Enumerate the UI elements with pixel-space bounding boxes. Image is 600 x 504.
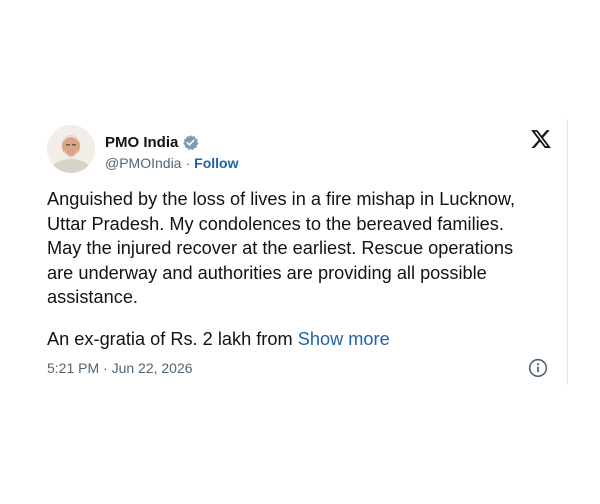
tweet-text-line: assistance. [47, 287, 138, 307]
verified-badge-icon [182, 134, 199, 151]
handle-row: @PMOIndia · Follow [105, 154, 238, 172]
author-handle[interactable]: @PMOIndia [105, 155, 181, 171]
tweet-timestamp[interactable]: 5:21 PM · Jun 22, 2026 [47, 360, 193, 376]
name-row: PMO India [105, 132, 238, 152]
tweet-text-line: May the injured recover at the earliest.… [47, 238, 514, 258]
follow-button[interactable]: Follow [194, 155, 238, 171]
author-display-name[interactable]: PMO India [105, 134, 178, 151]
tweet-truncated-paragraph: An ex-gratia of Rs. 2 lakh from Show mor… [47, 327, 390, 351]
tweet-card[interactable]: PMO India @PMOIndia · Follow Anguished b… [33, 119, 568, 385]
tweet-text: Anguished by the loss of lives in a fire… [47, 187, 557, 310]
avatar-image [47, 125, 95, 173]
separator-dot: · [185, 155, 191, 171]
info-icon[interactable] [528, 358, 548, 378]
author-info: PMO India @PMOIndia · Follow [105, 132, 238, 172]
tweet-text-line: Uttar Pradesh. My condolences to the ber… [47, 213, 504, 234]
avatar[interactable] [47, 125, 95, 173]
tweet-truncated-text: An ex-gratia of Rs. 2 lakh from [47, 329, 293, 349]
tweet-text-line: are underway and authorities are providi… [47, 262, 487, 283]
x-logo-icon[interactable] [530, 128, 552, 150]
tweet-text-line: Anguished by the loss of lives in a fire… [47, 189, 516, 209]
show-more-link[interactable]: Show more [298, 329, 390, 349]
